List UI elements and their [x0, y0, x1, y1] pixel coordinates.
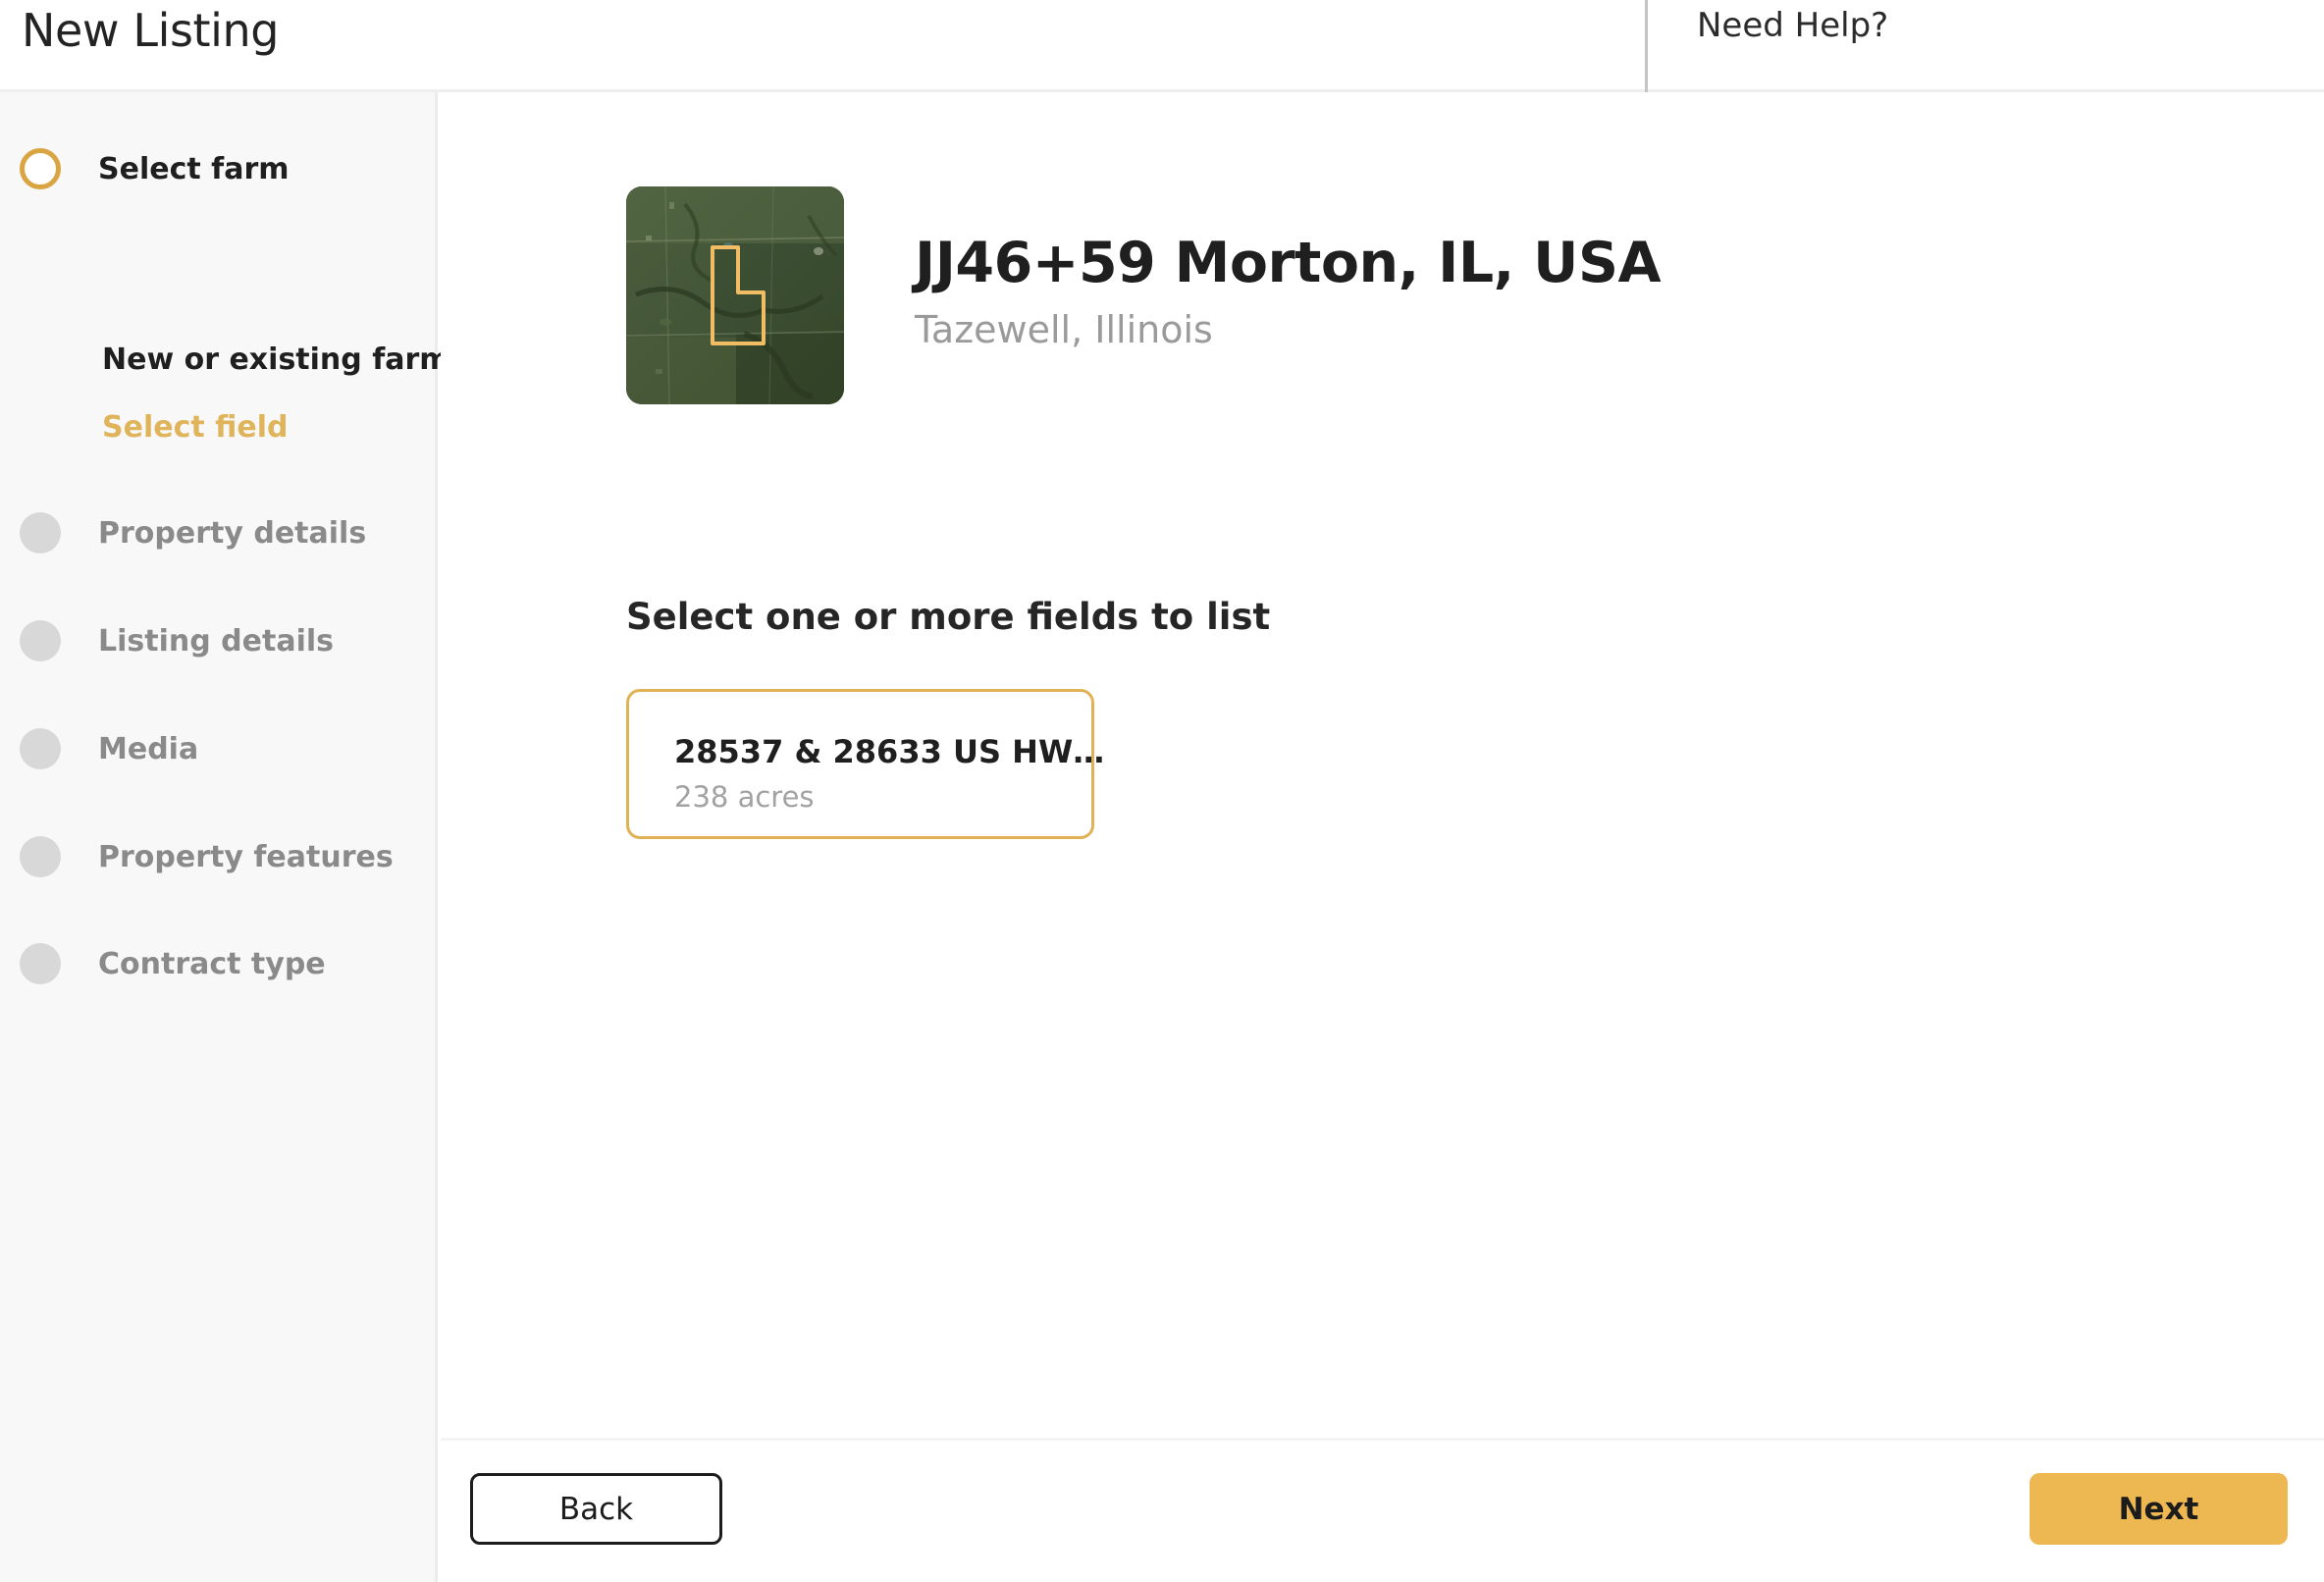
step-indicator-icon	[20, 512, 61, 554]
sidebar-substep-new-or-existing-farm[interactable]: New or existing farm	[102, 343, 450, 377]
field-name: 28537 & 28633 US HW…	[674, 733, 1105, 770]
field-acreage: 238 acres	[674, 780, 815, 814]
sidebar-step-label: Media	[98, 731, 199, 766]
sidebar-substep-select-field[interactable]: Select field	[102, 410, 289, 445]
sidebar-step-label: Property details	[98, 515, 367, 551]
need-help-link[interactable]: Need Help?	[1697, 6, 1888, 45]
sidebar-step-select-farm[interactable]: Select farm	[20, 145, 290, 192]
sidebar-step-property-features[interactable]: Property features	[20, 833, 394, 880]
step-indicator-icon	[20, 148, 61, 189]
step-indicator-icon	[20, 728, 61, 769]
app-header: New Listing Need Help? Silas Berkson Acc…	[0, 0, 2324, 92]
property-subtitle: Tazewell, Illinois	[915, 308, 1213, 351]
sidebar-step-label: Property features	[98, 839, 394, 874]
sidebar-step-listing-details[interactable]: Listing details	[20, 617, 334, 664]
back-button[interactable]: Back	[470, 1473, 722, 1545]
sidebar-step-label: Listing details	[98, 623, 334, 659]
step-indicator-icon	[20, 943, 61, 984]
sidebar-step-media[interactable]: Media	[20, 725, 198, 772]
sidebar-step-property-details[interactable]: Property details	[20, 509, 366, 556]
property-text-block: JJ46+59 Morton, IL, USA Tazewell, Illino…	[915, 186, 1662, 353]
section-title: Select one or more fields to list	[626, 596, 1271, 638]
step-indicator-icon	[20, 836, 61, 877]
field-list: 28537 & 28633 US HW… 238 acres	[626, 689, 1105, 839]
main-content: JJ46+59 Morton, IL, USA Tazewell, Illino…	[441, 92, 2324, 1438]
field-card[interactable]: 28537 & 28633 US HW… 238 acres	[626, 689, 1105, 839]
wizard-sidebar: Select farm New or existing farm Select …	[0, 92, 450, 1582]
sidebar-step-label: Select farm	[98, 151, 290, 186]
sidebar-step-contract-type[interactable]: Contract type	[20, 940, 326, 987]
header-support-area: Need Help? Silas Berkson Account Manager…	[1645, 0, 2324, 92]
new-listing-page: New Listing Need Help? Silas Berkson Acc…	[0, 0, 2324, 1582]
sidebar-step-label: Contract type	[98, 946, 326, 981]
page-title: New Listing	[22, 4, 280, 57]
wizard-footer: Back Next	[441, 1438, 2324, 1582]
step-indicator-icon	[20, 620, 61, 661]
property-header: JJ46+59 Morton, IL, USA Tazewell, Illino…	[626, 186, 1662, 404]
satellite-field-thumbnail-icon	[626, 186, 844, 404]
property-title: JJ46+59 Morton, IL, USA	[915, 231, 1662, 295]
next-button[interactable]: Next	[2030, 1473, 2288, 1545]
